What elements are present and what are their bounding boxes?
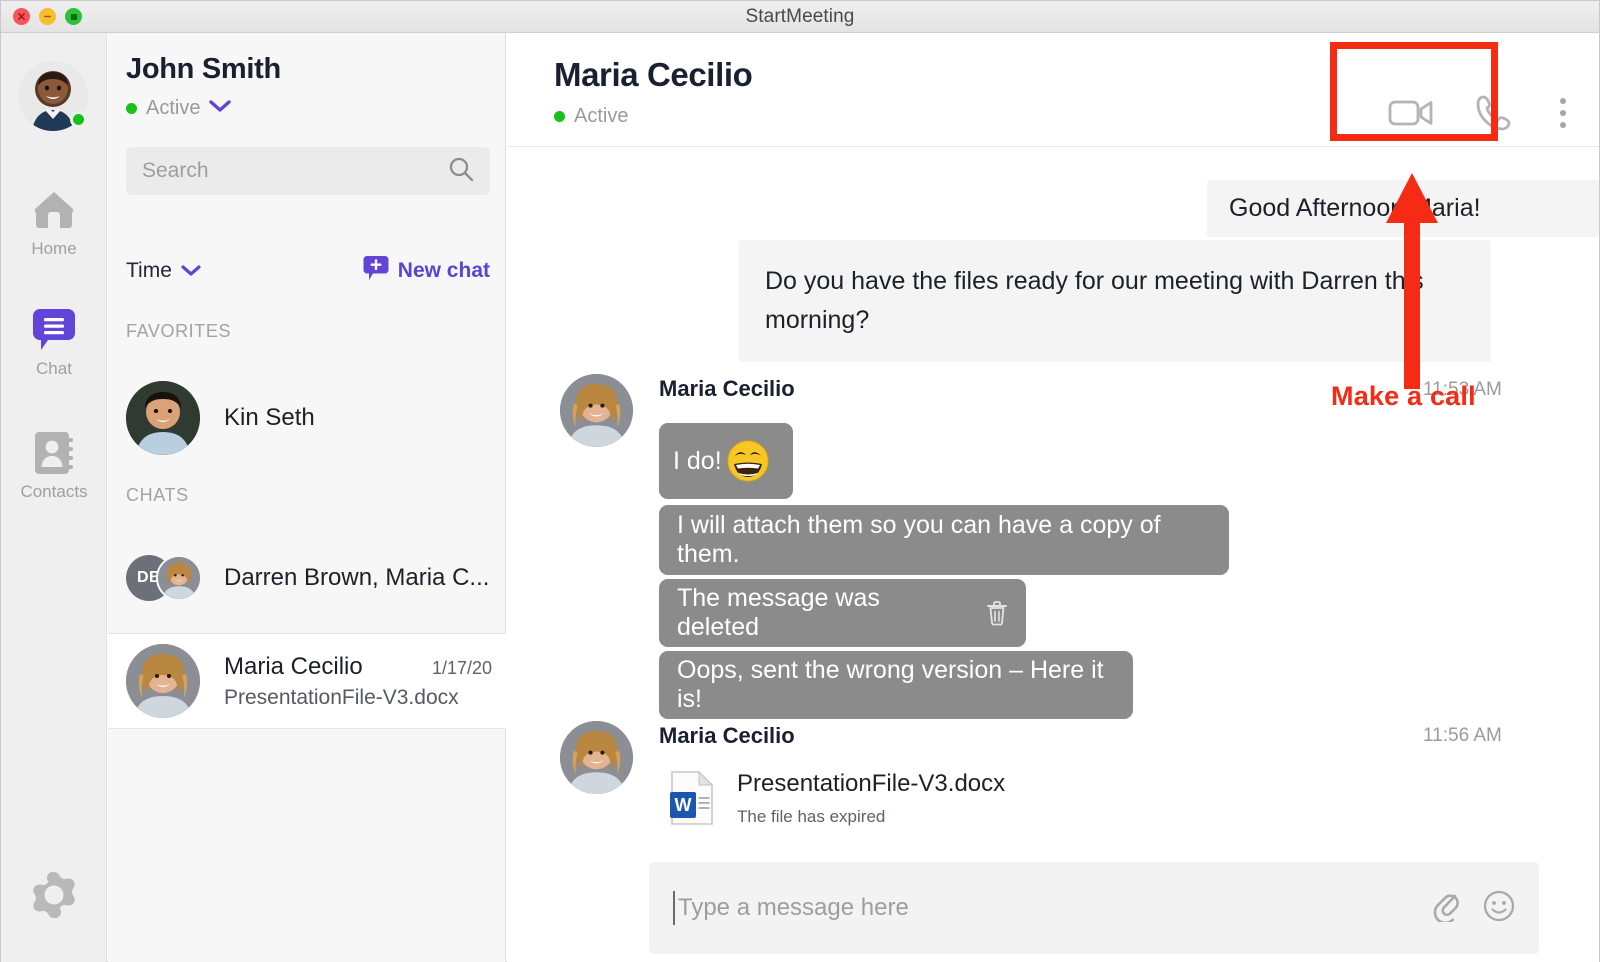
current-user-avatar[interactable] [18,61,88,131]
status-dot [554,111,565,122]
sidebar-item-label: Contacts [20,482,87,502]
list-item-label: Darren Brown, Maria C... [224,564,489,592]
search-input[interactable]: Search [126,147,490,195]
annotation-arrow [1376,171,1448,391]
sort-label: Time [126,259,172,283]
kebab-menu-icon [1560,122,1566,128]
chat-bubble-icon [28,305,80,355]
message-composer[interactable]: Type a message here [649,862,1539,954]
app-window: StartMeeting [0,0,1600,962]
sidebar-item-label: Home [31,239,76,259]
current-user-name: John Smith [126,53,281,86]
section-heading-chats: CHATS [126,485,189,506]
list-item-group-chat[interactable]: DB Darren Brown, Maria C... [108,543,506,613]
message-bubble-incoming: Oops, sent the wrong version – Here it i… [659,651,1133,719]
message-bubble-incoming: I do! [659,423,793,499]
search-placeholder: Search [142,159,448,183]
word-document-icon: W [669,770,715,831]
page-title: Maria Cecilio [554,56,752,94]
message-text: Oops, sent the wrong version – Here it i… [677,656,1115,714]
sidebar-item-label: Chat [36,359,72,379]
contacts-book-icon [28,428,80,478]
composer-placeholder: Type a message here [678,894,1431,922]
list-item-label: Maria Cecilio [224,653,363,681]
status-label: Active [574,105,628,128]
avatar [126,381,200,455]
text-caret [673,891,675,925]
chat-list-panel: John Smith Active Search Time [108,33,506,962]
section-heading-favorites: FAVORITES [126,321,231,342]
message-text: I will attach them so you can have a cop… [677,511,1211,569]
paperclip-icon[interactable] [1431,890,1461,927]
settings-button[interactable] [28,869,80,921]
smiley-face-icon[interactable] [1483,890,1515,927]
message-text: Do you have the files ready for our meet… [765,267,1424,334]
file-attachment[interactable]: W PresentationFile-V3.docx The file has … [669,770,1005,831]
attachment-status: The file has expired [737,807,1005,827]
list-item-label: Kin Seth [224,404,315,432]
left-nav-rail: Home Chat [1,33,107,962]
more-options-button[interactable] [1541,83,1585,143]
new-chat-button[interactable]: New chat [363,255,490,287]
kebab-menu-icon [1560,110,1566,116]
trash-icon[interactable] [986,600,1008,626]
gear-icon [28,869,80,921]
list-item-preview: PresentationFile-V3.docx [224,686,492,710]
presence-indicator [70,111,87,128]
message-timestamp: 11:56 AM [1423,725,1502,747]
new-chat-icon [363,255,389,287]
message-sender: Maria Cecilio [659,376,795,402]
message-bubble-incoming: I will attach them so you can have a cop… [659,505,1229,575]
title-bar: StartMeeting [1,1,1599,33]
sidebar-item-chat[interactable]: Chat [1,305,107,379]
list-item-maria-cecilio[interactable]: Maria Cecilio 1/17/20 PresentationFile-V… [108,633,506,729]
avatar [560,721,633,794]
avatar [560,374,633,447]
contact-status: Active [554,105,628,128]
annotation-label: Make a call [1331,381,1476,412]
avatar [126,644,200,718]
avatar-maria-small [156,555,202,601]
list-item-date: 1/17/20 [432,658,492,679]
chevron-down-icon [209,99,231,118]
kebab-menu-icon [1560,98,1566,104]
grinning-face-emoji [726,439,770,483]
current-user-status[interactable]: Active [126,97,231,120]
chevron-down-icon [181,259,201,283]
status-label: Active [146,97,200,120]
sidebar-item-home[interactable]: Home [1,185,107,259]
search-icon [448,156,474,187]
sort-by-time-button[interactable]: Time [126,259,201,283]
new-chat-label: New chat [398,259,490,283]
status-dot [126,103,137,114]
message-text: I do! [673,447,722,476]
svg-text:W: W [675,795,692,815]
window-title: StartMeeting [1,6,1599,28]
message-bubble-deleted: The message was deleted [659,579,1026,647]
annotation-highlight-box [1330,42,1498,141]
list-toolbar: Time New chat [126,255,490,287]
list-item-kin-seth[interactable]: Kin Seth [108,377,506,459]
sidebar-item-contacts[interactable]: Contacts [1,428,107,502]
message-sender: Maria Cecilio [659,723,795,749]
attachment-filename: PresentationFile-V3.docx [737,770,1005,798]
composer-icons [1431,890,1515,927]
message-text: The message was deleted [677,584,954,642]
home-icon [28,185,80,235]
